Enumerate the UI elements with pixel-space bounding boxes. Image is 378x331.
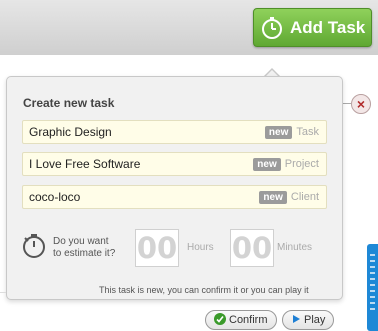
- client-name-field[interactable]: coco-loco new Client: [22, 185, 327, 209]
- close-connector: [343, 103, 351, 104]
- stopwatch-icon: [260, 16, 284, 40]
- field-type-label: Client: [290, 191, 319, 203]
- new-badge: new: [253, 157, 281, 171]
- hours-unit: Hours: [187, 242, 214, 253]
- stopwatch-icon: [22, 233, 46, 259]
- new-badge: new: [264, 125, 293, 139]
- minutes-unit: Minutes: [277, 242, 313, 253]
- estimate-prompt: Do you want to estimate it?: [53, 236, 115, 260]
- project-name-field[interactable]: I Love Free Software new Project: [22, 152, 327, 176]
- field-type-label: Project: [284, 158, 319, 170]
- hours-input[interactable]: 00: [135, 229, 179, 267]
- estimate-prompt-line2: to estimate it?: [53, 248, 116, 259]
- hint-text: This task is new, you can confirm it or …: [99, 285, 309, 295]
- confirm-label: Confirm: [229, 314, 268, 326]
- new-badge: new: [259, 190, 287, 204]
- play-button[interactable]: Play: [282, 310, 335, 330]
- close-button[interactable]: ×: [351, 94, 371, 114]
- tab-grip-icon: [370, 254, 375, 314]
- add-task-label: Add Task: [290, 17, 366, 37]
- add-task-button[interactable]: Add Task: [253, 8, 372, 47]
- popover-title: Create new task: [23, 96, 115, 110]
- minutes-input[interactable]: 00: [230, 229, 274, 267]
- side-divider: [0, 292, 6, 293]
- estimate-prompt-line1: Do you want: [53, 236, 109, 247]
- task-name-value: Graphic Design: [29, 125, 112, 139]
- field-type-label: Task: [296, 126, 319, 138]
- play-icon: [291, 314, 301, 327]
- close-icon: ×: [356, 96, 366, 112]
- create-task-popover: Create new task Graphic Design new Task …: [6, 76, 343, 300]
- client-name-value: coco-loco: [29, 190, 81, 204]
- side-feedback-tab[interactable]: [367, 244, 378, 331]
- confirm-button[interactable]: Confirm: [205, 310, 277, 330]
- project-name-value: I Love Free Software: [29, 157, 141, 171]
- task-name-field[interactable]: Graphic Design new Task: [22, 120, 327, 144]
- checkmark-icon: [214, 312, 226, 328]
- play-label: Play: [304, 314, 326, 326]
